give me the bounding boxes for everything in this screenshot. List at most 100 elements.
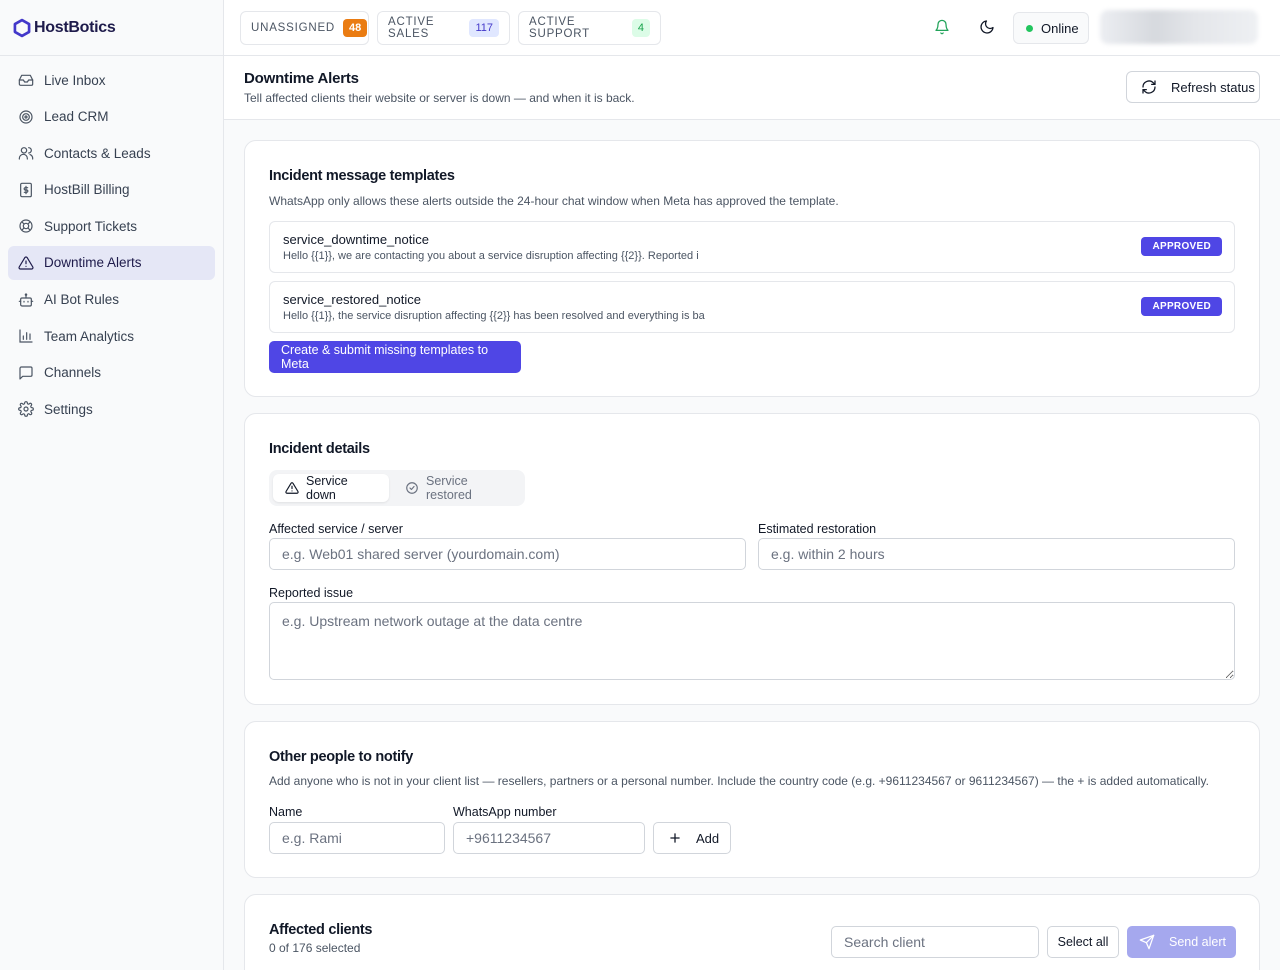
sidebar-item-label: HostBill Billing — [44, 182, 130, 198]
brand-name: HostBotics — [34, 19, 116, 36]
billing-icon — [18, 182, 34, 198]
stat-label: ACTIVE SUPPORT — [529, 16, 590, 40]
template-item: service_restored_notice Hello {{1}}, the… — [269, 281, 1235, 333]
stat-active-support[interactable]: ACTIVE SUPPORT 4 — [518, 11, 661, 45]
incident-card: Incident details Service down Service re… — [244, 413, 1260, 705]
eta-label: Estimated restoration — [758, 522, 877, 536]
selected-count: 0 of 176 selected — [269, 941, 361, 955]
users-icon — [18, 145, 34, 161]
sidebar-item-label: Live Inbox — [44, 72, 106, 88]
sidebar-item-downtime-alerts[interactable]: Downtime Alerts — [8, 245, 215, 280]
incident-mode-toggle: Service down Service restored — [269, 470, 525, 506]
send-label: Send alert — [1169, 935, 1226, 949]
other-people-card: Other people to notify Add anyone who is… — [244, 721, 1260, 878]
mode-service-restored[interactable]: Service restored — [393, 474, 525, 502]
page-subtitle: Tell affected clients their website or s… — [244, 91, 635, 105]
sidebar-item-lead-crm[interactable]: Lead CRM — [8, 100, 215, 134]
online-dot-icon — [1026, 24, 1033, 32]
alert-triangle-icon — [285, 481, 299, 495]
add-contact-button[interactable]: Add — [653, 822, 731, 854]
templates-subtitle: WhatsApp only allows these alerts outsid… — [269, 194, 839, 208]
approved-badge: APPROVED — [1141, 297, 1222, 316]
mode-label: Service down — [306, 474, 348, 502]
sidebar-item-channels[interactable]: Channels — [8, 356, 215, 390]
affected-service-input[interactable] — [269, 538, 746, 570]
sidebar-item-billing[interactable]: HostBill Billing — [8, 173, 215, 207]
sidebar: HostBotics Live Inbox Lead CRM Contacts … — [0, 0, 224, 970]
sidebar-item-contacts[interactable]: Contacts & Leads — [8, 136, 215, 170]
message-square-icon — [18, 365, 34, 381]
check-circle-icon — [405, 481, 419, 495]
template-body: Hello {{1}}, the service disruption affe… — [283, 310, 705, 322]
stat-label: UNASSIGNED — [251, 22, 336, 34]
bar-chart-icon — [18, 328, 34, 344]
sidebar-item-label: Contacts & Leads — [44, 145, 151, 161]
whatsapp-number-input[interactable] — [453, 822, 645, 854]
template-name: service_restored_notice — [283, 292, 422, 307]
page-header: Downtime Alerts Tell affected clients th… — [224, 56, 1280, 120]
target-icon — [18, 109, 34, 125]
sidebar-item-label: Downtime Alerts — [44, 255, 142, 271]
template-name: service_downtime_notice — [283, 232, 429, 247]
contact-name-input[interactable] — [269, 822, 445, 854]
other-people-title: Other people to notify — [269, 749, 414, 765]
sidebar-item-settings[interactable]: Settings — [8, 392, 215, 426]
mode-service-down[interactable]: Service down — [273, 474, 389, 502]
sidebar-item-label: Support Tickets — [44, 218, 138, 234]
refresh-label: Refresh status — [1171, 79, 1255, 95]
user-profile-blurred[interactable] — [1100, 10, 1258, 44]
hexagon-logo-icon — [12, 18, 32, 38]
sidebar-item-label: Channels — [44, 365, 102, 381]
add-label: Add — [696, 830, 720, 846]
online-status-button[interactable]: Online — [1013, 12, 1089, 44]
affected-clients-title: Affected clients — [269, 922, 373, 938]
sidebar-item-support-tickets[interactable]: Support Tickets — [8, 209, 215, 243]
issue-label: Reported issue — [269, 586, 354, 600]
refresh-status-button[interactable]: Refresh status — [1126, 71, 1260, 103]
stat-count-badge: 117 — [469, 19, 499, 37]
sidebar-item-live-inbox[interactable]: Live Inbox — [8, 63, 215, 97]
sidebar-item-ai-bot-rules[interactable]: AI Bot Rules — [8, 283, 215, 317]
sidebar-item-team-analytics[interactable]: Team Analytics — [8, 319, 215, 353]
submit-templates-button[interactable]: Create & submit missing templates to Met… — [269, 341, 521, 373]
bell-icon[interactable] — [931, 16, 953, 38]
sidebar-nav: Live Inbox Lead CRM Contacts & Leads Hos… — [8, 63, 215, 429]
other-people-subtitle: Add anyone who is not in your client lis… — [269, 774, 1209, 788]
bot-icon — [18, 292, 34, 308]
stat-unassigned[interactable]: UNASSIGNED 48 — [240, 11, 369, 45]
page-title: Downtime Alerts — [244, 70, 359, 87]
send-alert-button[interactable]: Send alert — [1127, 926, 1236, 958]
select-all-button[interactable]: Select all — [1047, 926, 1119, 958]
gear-icon — [18, 401, 34, 418]
mode-label: Service restored — [426, 474, 472, 502]
stat-active-sales[interactable]: ACTIVE SALES 117 — [377, 11, 510, 45]
top-bar: UNASSIGNED 48 ACTIVE SALES 117 ACTIVE SU… — [224, 0, 1280, 56]
brand-logo[interactable]: HostBotics — [12, 17, 116, 39]
phone-label: WhatsApp number — [453, 805, 557, 819]
sidebar-item-label: AI Bot Rules — [44, 292, 120, 308]
sidebar-divider — [0, 55, 224, 56]
template-body: Hello {{1}}, we are contacting you about… — [283, 250, 699, 262]
plus-icon — [668, 831, 682, 845]
approved-badge: APPROVED — [1141, 237, 1222, 256]
sidebar-item-label: Lead CRM — [44, 109, 109, 125]
stat-label: ACTIVE SALES — [388, 16, 435, 40]
affected-clients-card: Affected clients 0 of 176 selected Selec… — [244, 894, 1260, 970]
stat-count-badge: 4 — [631, 19, 650, 37]
estimated-restoration-input[interactable] — [758, 538, 1235, 570]
service-label: Affected service / server — [269, 522, 403, 536]
search-client-input[interactable] — [831, 926, 1039, 958]
incident-title: Incident details — [269, 441, 370, 457]
template-item: service_downtime_notice Hello {{1}}, we … — [269, 221, 1235, 273]
send-icon — [1139, 934, 1155, 950]
inbox-icon — [18, 72, 34, 88]
templates-title: Incident message templates — [269, 168, 455, 184]
refresh-icon — [1141, 79, 1157, 95]
name-label: Name — [269, 805, 303, 819]
sidebar-item-label: Team Analytics — [44, 328, 135, 344]
moon-icon[interactable] — [976, 16, 998, 38]
sidebar-item-label: Settings — [44, 401, 93, 417]
stat-count-badge: 48 — [343, 19, 368, 37]
reported-issue-textarea[interactable] — [269, 602, 1235, 680]
online-status-label: Online — [1041, 20, 1079, 36]
